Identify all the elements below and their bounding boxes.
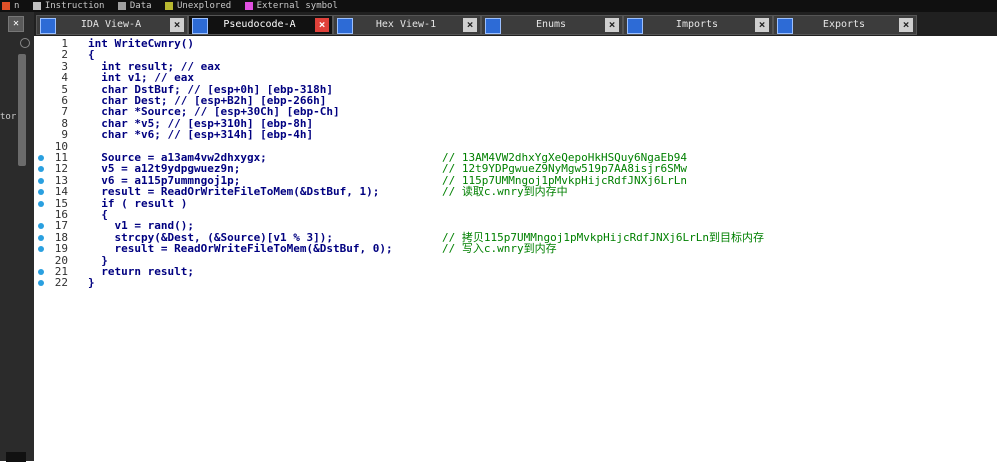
legend-item: Instruction: [31, 0, 105, 12]
tab-exports[interactable]: Exports ×: [773, 15, 917, 35]
functions-pane: ✕ tor: [0, 12, 34, 462]
pseudocode-view[interactable]: 1 int WriteCwnry() 2{3 int result; // eax 4…: [34, 36, 997, 461]
legend-label: n: [14, 1, 20, 11]
legend-item: n: [0, 0, 19, 12]
code-line[interactable]: 21 return result;: [34, 266, 994, 278]
legend-label: External symbol: [256, 1, 338, 11]
pane-label: tor: [0, 112, 17, 122]
legend-swatch: [244, 2, 253, 10]
code-comment: // 写入c.wnry到内存: [442, 242, 557, 256]
tab-label: IDA View-A: [80, 19, 142, 30]
code-line[interactable]: 22}: [34, 277, 994, 289]
legend-item: Unexplored: [163, 0, 231, 12]
exports-icon: [777, 18, 793, 34]
close-tab-icon[interactable]: ×: [605, 18, 619, 32]
code-text: return result;: [88, 265, 194, 278]
disassembly-icon: [40, 18, 56, 34]
tab-label: Pseudocode-A: [223, 19, 296, 30]
code-line[interactable]: 1 int WriteCwnry(): [34, 38, 994, 50]
legend-label: Instruction: [44, 1, 105, 11]
code-line[interactable]: 19 result = ReadOrWriteFileToMem(&DstBuf…: [34, 243, 994, 255]
close-tab-icon[interactable]: ×: [315, 18, 329, 32]
tab-imports[interactable]: Imports ×: [623, 15, 773, 35]
legend-swatch: [32, 2, 41, 10]
code-text: char *v6; // [esp+314h] [ebp-4h]: [88, 128, 314, 142]
code-text: }: [88, 276, 95, 290]
legend-swatch: [164, 2, 173, 10]
pane-scrollbar[interactable]: [18, 54, 26, 166]
tab-label: Hex View-1: [375, 19, 437, 30]
tab-ida-view[interactable]: IDA View-A ×: [36, 15, 188, 35]
close-tab-icon[interactable]: ×: [170, 18, 184, 32]
code-line[interactable]: 9 char *v6; // [esp+314h] [ebp-4h]: [34, 129, 994, 141]
close-tab-icon[interactable]: ×: [463, 18, 477, 32]
pane-dock-icon[interactable]: [20, 38, 30, 48]
close-tab-icon[interactable]: ×: [755, 18, 769, 32]
hex-icon: [337, 18, 353, 34]
segment-legend: n Instruction Data Unexplored External s…: [0, 0, 997, 12]
legend-swatch: [2, 2, 10, 10]
code-line[interactable]: 15 if ( result ): [34, 197, 994, 210]
close-tab-icon[interactable]: ×: [899, 18, 913, 32]
code-text: result = ReadOrWriteFileToMem(&DstBuf, 0…: [88, 242, 393, 256]
enums-icon: [485, 18, 501, 34]
code-comment: // 读取c.wnry到内存中: [442, 185, 568, 199]
imports-icon: [627, 18, 643, 34]
legend-label: Unexplored: [176, 1, 232, 11]
tab-label: Exports: [822, 19, 866, 30]
legend-item: External symbol: [243, 0, 338, 12]
close-icon[interactable]: ✕: [8, 16, 24, 32]
line-number: 22: [54, 276, 68, 290]
tab-pseudocode[interactable]: Pseudocode-A ×: [188, 15, 333, 35]
pseudocode-icon: [192, 18, 208, 34]
legend-label: Data: [129, 1, 152, 11]
tab-label: Enums: [535, 19, 567, 30]
tab-enums[interactable]: Enums ×: [481, 15, 623, 35]
tab-hex-view[interactable]: Hex View-1 ×: [333, 15, 481, 35]
legend-swatch: [117, 2, 126, 10]
tab-bar: IDA View-A × Pseudocode-A × Hex View-1 ×…: [34, 12, 997, 36]
legend-item: Data: [116, 0, 152, 12]
tab-label: Imports: [675, 19, 719, 30]
code-text: int WriteCwnry(): [88, 37, 194, 50]
